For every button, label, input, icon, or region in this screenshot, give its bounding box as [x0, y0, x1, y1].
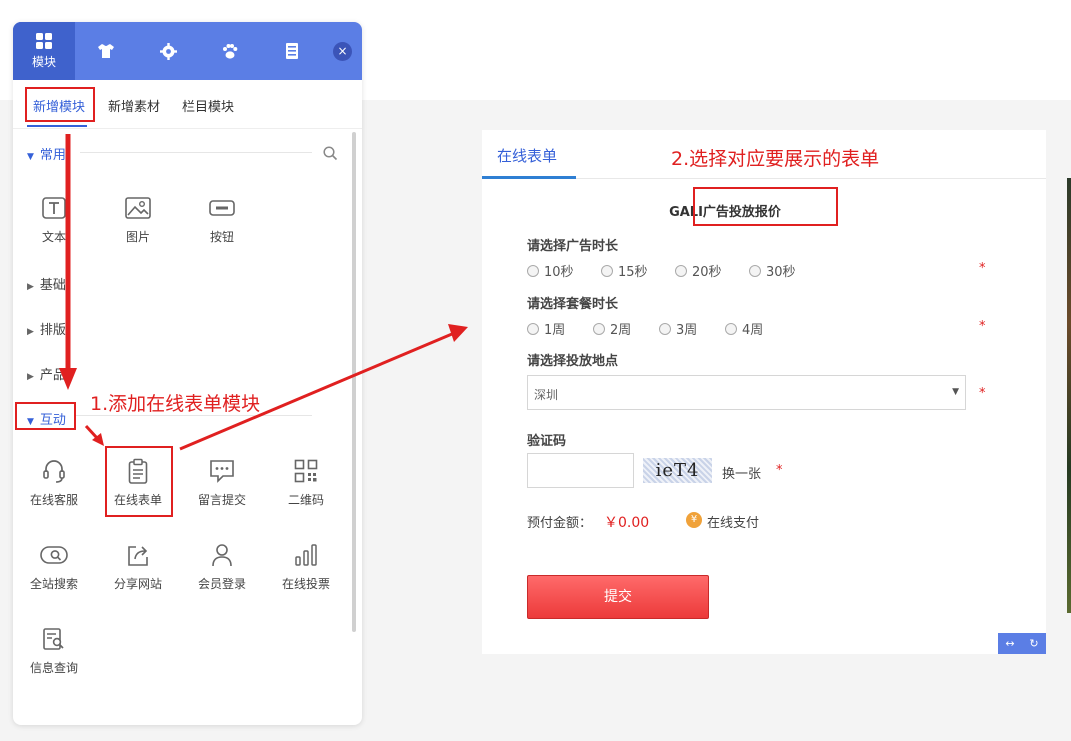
arrowhead	[59, 368, 77, 390]
annotation-arrows	[59, 134, 468, 451]
arrow-small	[84, 424, 99, 440]
arrow-to-form	[179, 332, 453, 451]
arrowhead	[448, 324, 468, 342]
